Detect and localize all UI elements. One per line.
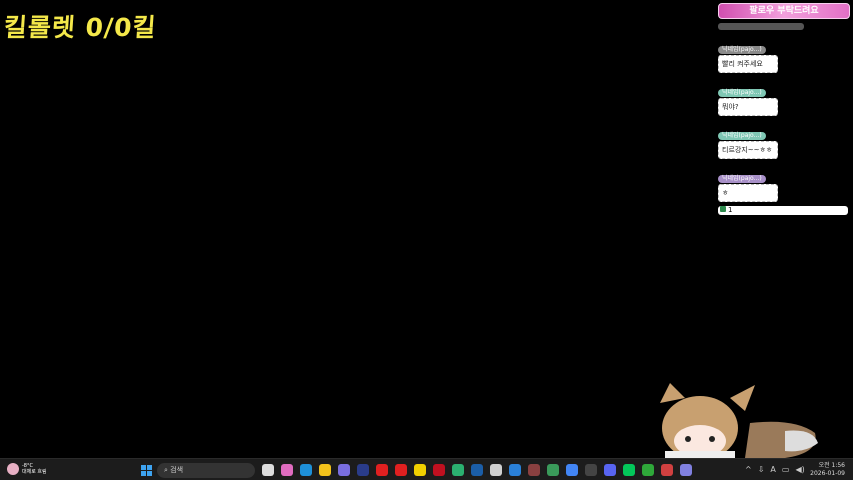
network-icon[interactable]: ▭ [782,465,790,474]
chat-nick: 닉네임(pajo...) [718,46,766,54]
taskbar-app-icon[interactable] [509,464,521,476]
chat-overlay: 팔로우 부탁드려요 닉네임(pajo...) 빨리 켜주세요 닉네임(pajo...… [718,3,850,215]
taskbar-app-icon[interactable] [414,464,426,476]
taskbar-app-icon[interactable] [547,464,559,476]
follow-banner: 팔로우 부탁드려요 [718,3,850,19]
taskbar-app-icon[interactable] [642,464,654,476]
chat-message: 닉네임(pajo...) 뭐야? [718,79,850,116]
viewer-count: 1 [718,206,848,215]
ime-indicator[interactable]: A [770,465,775,474]
taskbar-app-icon[interactable] [357,464,369,476]
taskbar-app-icon[interactable] [566,464,578,476]
chevron-up-icon[interactable]: ^ [745,465,752,474]
chat-divider [718,23,804,30]
chat-message: 닉네임(pajo...) ㅎ [718,165,850,202]
download-icon[interactable]: ⇩ [758,465,765,474]
volume-icon[interactable]: ◀) [795,465,804,474]
taskbar-app-icon[interactable] [490,464,502,476]
clock[interactable]: 오전 1:56 2026-01-09 [810,462,845,478]
weather-widget[interactable]: -8°C 대체로 흐림 [7,463,47,475]
taskbar-app-icon[interactable] [661,464,673,476]
taskbar-app-icon[interactable] [319,464,331,476]
taskbar-app-icon[interactable] [281,464,293,476]
chat-text: 빨리 켜주세요 [718,55,778,73]
kill-counter: 킬롤렛 0/0킬 [2,13,158,42]
chat-nick: 닉네임(pajo...) [718,89,766,97]
search-box[interactable]: ⌕ 검색 [157,463,255,478]
taskbar: -8°C 대체로 흐림 ⌕ 검색 ^ ⇩ A ▭ ◀) 오전 1:56 2026-0… [0,458,853,480]
system-tray: ^ ⇩ A ▭ ◀) [745,465,805,474]
viewer-icon [720,206,726,212]
taskbar-app-icon[interactable] [680,464,692,476]
taskbar-app-icon[interactable] [452,464,464,476]
taskbar-app-icon[interactable] [300,464,312,476]
taskbar-app-icon[interactable] [376,464,388,476]
taskbar-app-icon[interactable] [338,464,350,476]
taskbar-app-icon[interactable] [585,464,597,476]
start-button[interactable] [141,465,152,476]
chat-text: 뭐야? [718,98,778,116]
taskbar-app-icon[interactable] [623,464,635,476]
taskbar-app-icon[interactable] [433,464,445,476]
mascot-image [660,383,818,463]
chat-text: 티르강지~~ㅎㅎ [718,141,778,159]
taskbar-app-icon[interactable] [395,464,407,476]
chat-text: ㅎ [718,184,778,202]
weather-icon [7,463,19,475]
taskbar-app-icon[interactable] [604,464,616,476]
chat-nick: 닉네임(pajo...) [718,132,766,140]
taskbar-app-icon[interactable] [471,464,483,476]
taskbar-app-icon[interactable] [262,464,274,476]
taskbar-app-icon[interactable] [528,464,540,476]
chat-message: 닉네임(pajo...) 티르강지~~ㅎㅎ [718,122,850,159]
chat-nick: 닉네임(pajo...) [718,175,766,183]
chat-message: 닉네임(pajo...) 빨리 켜주세요 [718,36,850,73]
